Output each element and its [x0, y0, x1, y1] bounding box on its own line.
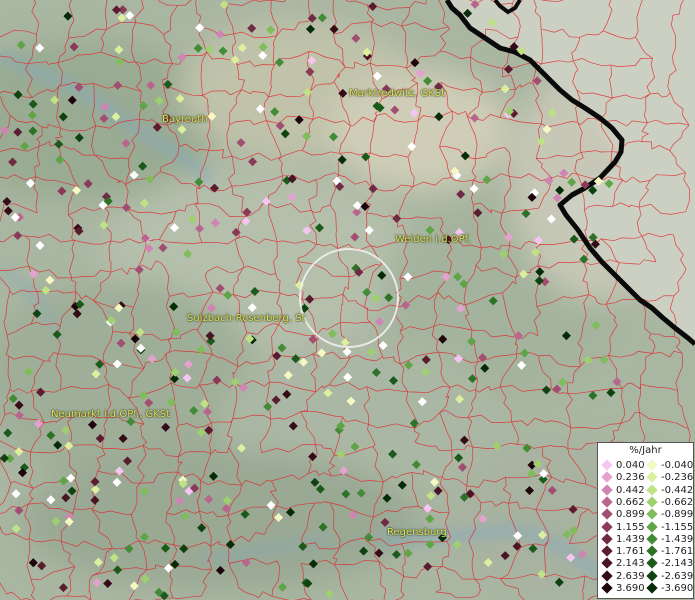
legend-swatch [646, 545, 658, 557]
place-label-bayreuth: Bayreuth [162, 114, 208, 125]
legend-swatch [601, 508, 613, 520]
legend-swatch [646, 570, 658, 582]
legend-swatch [646, 533, 658, 545]
place-label-neumarkt: Neumarkt i.d.OPf., GKSt [51, 409, 171, 420]
legend-label: -2.143 [661, 558, 694, 570]
legend-swatch [601, 471, 613, 483]
place-label-marktredwitz: Marktredwitz, GKSt [349, 88, 446, 99]
place-label-regensburg: Regensburg [387, 527, 447, 538]
legend-label: 2.639 [616, 570, 645, 582]
legend-label: -1.761 [661, 546, 694, 558]
legend-title: %/Jahr [629, 445, 662, 456]
legend-label: 1.439 [616, 533, 645, 545]
legend-label: 1.155 [616, 521, 645, 533]
legend-label: 0.236 [616, 472, 645, 484]
legend: %/Jahr 0.040 -0.040 0.236 -0.236 0.442 -0.442… [597, 442, 694, 599]
legend-swatch [646, 508, 658, 520]
legend-swatch [646, 557, 658, 570]
legend-label: -1.155 [661, 521, 694, 533]
legend-label: -0.040 [661, 460, 694, 471]
place-label-sulzbach: Sulzbach-Rosenberg, St [187, 313, 306, 324]
legend-swatch [601, 520, 613, 533]
legend-label: 2.143 [616, 558, 645, 570]
legend-swatch [646, 471, 658, 483]
legend-label: -1.439 [661, 533, 694, 545]
legend-swatch [601, 459, 613, 471]
legend-label: -0.236 [661, 472, 694, 484]
legend-swatch [646, 459, 658, 471]
legend-label: 0.662 [616, 496, 645, 508]
place-label-weiden: Weiden i.d.OPf. [395, 234, 471, 245]
legend-label: -0.442 [661, 484, 694, 496]
legend-label: 3.690 [616, 583, 645, 594]
legend-swatch [601, 533, 613, 545]
legend-swatch [601, 496, 613, 508]
legend-swatch [601, 557, 613, 570]
legend-label: 1.761 [616, 546, 645, 558]
legend-label: -3.690 [661, 583, 694, 594]
legend-swatch [646, 496, 658, 508]
legend-label: -0.899 [661, 509, 694, 521]
legend-swatch [646, 520, 658, 533]
legend-label: 0.899 [616, 509, 645, 521]
map-canvas[interactable] [0, 0, 695, 600]
legend-swatch [601, 570, 613, 582]
legend-label: 0.040 [616, 460, 645, 471]
legend-swatch [646, 582, 658, 594]
legend-label: 0.442 [616, 484, 645, 496]
legend-swatch [601, 545, 613, 557]
legend-label: -2.639 [661, 570, 694, 582]
legend-swatch [601, 582, 613, 594]
legend-swatch [646, 483, 658, 496]
legend-label: -0.662 [661, 496, 694, 508]
legend-swatch [601, 483, 613, 496]
